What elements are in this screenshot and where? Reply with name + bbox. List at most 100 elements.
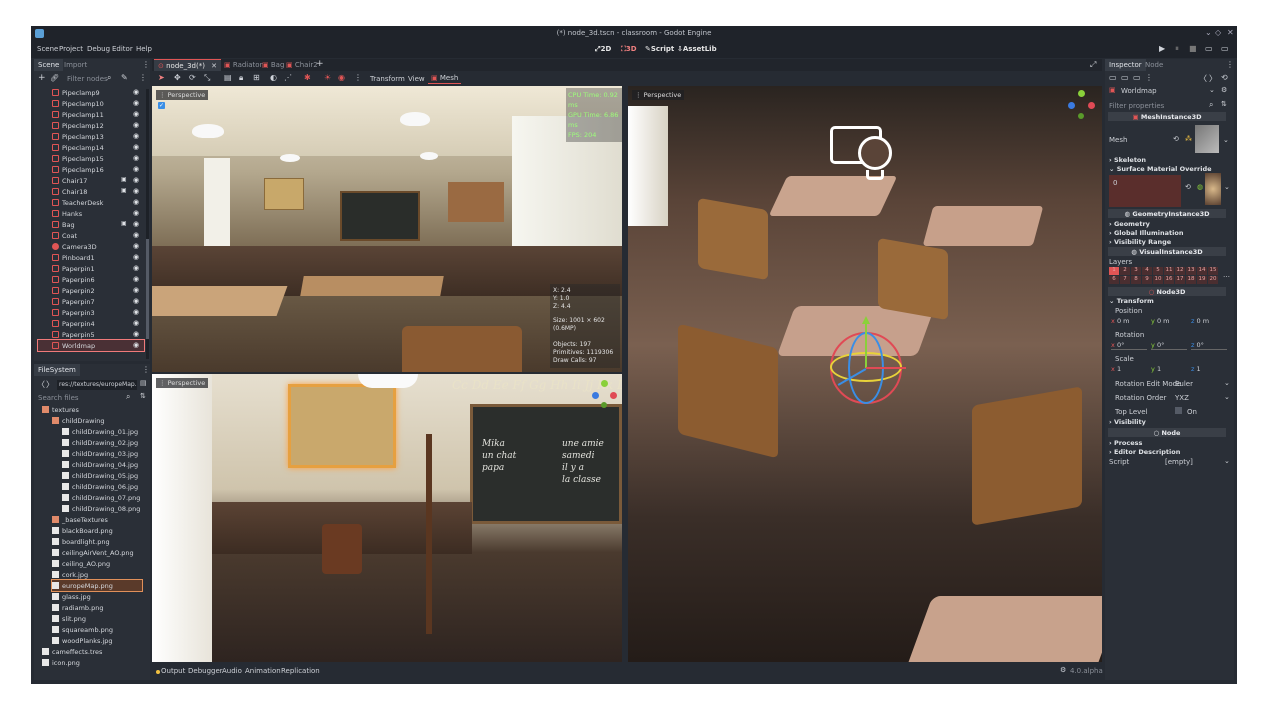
menu-debug[interactable]: Debug bbox=[87, 45, 110, 53]
bottom-tab-debugger[interactable]: Debugger bbox=[188, 667, 223, 675]
reset-icon[interactable]: ⟲ bbox=[1185, 183, 1191, 191]
mesh-resource-icon[interactable]: ⁂ bbox=[1185, 135, 1192, 143]
visibility-eye-icon[interactable]: ◉ bbox=[133, 209, 139, 217]
layer-cell[interactable]: 2 bbox=[1120, 267, 1130, 275]
file-item[interactable]: childDrawing_06.jpg bbox=[62, 481, 142, 492]
tab-node-3d[interactable]: ⊙ node_3d(*) ✕ bbox=[154, 59, 222, 71]
menu-help[interactable]: Help bbox=[136, 45, 152, 53]
visibility-eye-icon[interactable]: ◉ bbox=[133, 198, 139, 206]
chevron-down-icon[interactable]: ⌄ bbox=[1223, 136, 1229, 144]
viewport-top-left[interactable]: ⋮ Perspective ✓ CPU Time: 0.92 ms GPU Ti… bbox=[152, 86, 622, 372]
filter-properties-input[interactable]: Filter properties bbox=[1109, 102, 1164, 110]
layer-cell[interactable]: 15 bbox=[1208, 267, 1218, 275]
scene-tree-row[interactable]: Paperpin4 ◉ bbox=[38, 318, 144, 329]
scene-tree-row[interactable]: Paperpin2 ◉ bbox=[38, 285, 144, 296]
visibility-eye-icon[interactable]: ◉ bbox=[133, 242, 139, 250]
group-global-illumination[interactable]: › Global Illumination bbox=[1109, 229, 1183, 237]
layer-cell[interactable]: 13 bbox=[1186, 267, 1196, 275]
layer-cell[interactable]: 16 bbox=[1164, 276, 1174, 284]
viewport-right[interactable]: ⋮ Perspective bbox=[628, 86, 1102, 662]
scene-tree-row[interactable]: Pipeclamp14 ◉ bbox=[38, 142, 144, 153]
close-tab-icon[interactable]: ✕ bbox=[211, 62, 217, 70]
menu-editor[interactable]: Editor bbox=[112, 45, 133, 53]
visibility-eye-icon[interactable]: ◉ bbox=[133, 297, 139, 305]
history-icon[interactable]: ⟲ bbox=[1221, 73, 1228, 82]
group-surface-override[interactable]: ⌄ Surface Material Override bbox=[1109, 165, 1212, 173]
chevron-down-icon[interactable]: ⌄ bbox=[1224, 379, 1230, 387]
add-node-icon[interactable]: + bbox=[38, 73, 46, 83]
forward-icon[interactable]: 〉 bbox=[46, 379, 54, 390]
lock-icon[interactable]: 🔒︎ bbox=[239, 73, 243, 83]
rotation-edit-mode-select[interactable]: Euler bbox=[1175, 380, 1193, 388]
layer-cell[interactable]: 4 bbox=[1142, 267, 1152, 275]
open-resource-icon[interactable]: ▭ bbox=[1121, 73, 1129, 82]
distraction-free-icon[interactable]: ⤢ bbox=[1090, 60, 1096, 70]
instance-icon[interactable]: ▣ bbox=[121, 176, 127, 183]
history-back-icon[interactable]: 〈 bbox=[1199, 73, 1207, 84]
menu-dots-icon[interactable]: ⋮ bbox=[1226, 60, 1234, 69]
scene-tree-row[interactable]: Paperpin5 ◉ bbox=[38, 329, 144, 340]
rotation-z-field[interactable]: z 0° bbox=[1191, 341, 1227, 350]
add-tab-icon[interactable]: + bbox=[316, 59, 324, 69]
instance-icon[interactable]: ▣ bbox=[121, 187, 127, 194]
viewport-bottom-left[interactable]: Cc Dd Ee Ff Gg Hh Ii Jj Kk Ll Mm Mika un… bbox=[152, 374, 622, 662]
environment-icon[interactable]: ◉ bbox=[338, 73, 345, 82]
scene-tree-row[interactable]: Pipeclamp12 ◉ bbox=[38, 120, 144, 131]
chevron-down-icon[interactable]: ⌄ bbox=[1224, 183, 1230, 191]
visibility-eye-icon[interactable]: ◉ bbox=[133, 264, 139, 272]
path-field[interactable]: res://textures/europeMap... bbox=[57, 380, 137, 390]
gi-probe-gizmo[interactable] bbox=[830, 126, 900, 186]
file-item[interactable]: ceiling_AO.png bbox=[52, 558, 142, 569]
sort-icon[interactable]: ⇅ bbox=[1221, 100, 1227, 108]
file-item[interactable]: _baseTextures bbox=[52, 514, 142, 525]
visibility-eye-icon[interactable]: ◉ bbox=[133, 220, 139, 228]
top-level-checkbox[interactable] bbox=[1175, 407, 1182, 414]
file-item[interactable]: boardlight.png bbox=[52, 536, 142, 547]
scene-tree-row[interactable]: Pipeclamp16 ◉ bbox=[38, 164, 144, 175]
scene-tree-row[interactable]: Paperpin3 ◉ bbox=[38, 307, 144, 318]
layer-cell[interactable]: 3 bbox=[1131, 267, 1141, 275]
sun-icon[interactable]: ☀ bbox=[324, 73, 331, 82]
scrollbar[interactable] bbox=[146, 89, 149, 359]
axis-gizmo[interactable] bbox=[1066, 90, 1096, 120]
scene-tree-row[interactable]: Paperpin6 ◉ bbox=[38, 274, 144, 285]
scene-tree-row[interactable]: Paperpin7 ◉ bbox=[38, 296, 144, 307]
file-item[interactable]: textures bbox=[42, 404, 142, 415]
workspace-2d-button[interactable]: ⤢2D bbox=[595, 45, 611, 54]
rotate-tool-icon[interactable]: ⟳ bbox=[189, 73, 196, 82]
file-item[interactable]: childDrawing_04.jpg bbox=[62, 459, 142, 470]
scene-tree-row[interactable]: Camera3D ◉ bbox=[38, 241, 144, 252]
instance-icon[interactable]: ▣ bbox=[121, 220, 127, 227]
visibility-eye-icon[interactable]: ◉ bbox=[133, 253, 139, 261]
menu-project[interactable]: Project bbox=[59, 45, 83, 53]
filter-nodes-input[interactable]: Filter nodes bbox=[67, 75, 108, 83]
group-transform[interactable]: ⌄ Transform bbox=[1109, 297, 1154, 305]
visibility-eye-icon[interactable]: ◉ bbox=[133, 154, 139, 162]
visibility-eye-icon[interactable]: ◉ bbox=[133, 88, 139, 96]
scene-tree-row[interactable]: Pinboard1 ◉ bbox=[38, 252, 144, 263]
workspace-script-button[interactable]: ✎Script bbox=[645, 45, 674, 53]
group-icon[interactable]: ⊞ bbox=[253, 73, 260, 82]
position-y-field[interactable]: y 0 m bbox=[1151, 317, 1187, 326]
file-item[interactable]: blackBoard.png bbox=[52, 525, 142, 536]
bottom-tab-replication[interactable]: Replication bbox=[281, 667, 320, 675]
layer-cell[interactable]: 14 bbox=[1197, 267, 1207, 275]
visibility-eye-icon[interactable]: ◉ bbox=[133, 132, 139, 140]
visibility-eye-icon[interactable]: ◉ bbox=[133, 121, 139, 129]
file-item[interactable]: radiamb.png bbox=[52, 602, 142, 613]
maximize-button[interactable]: ◇ bbox=[1215, 28, 1221, 37]
tab-scene[interactable]: Scene bbox=[34, 59, 64, 71]
file-item[interactable]: woodPlanks.jpg bbox=[52, 635, 142, 646]
bottom-tab-animation[interactable]: Animation bbox=[245, 667, 281, 675]
visibility-eye-icon[interactable]: ◉ bbox=[133, 231, 139, 239]
scene-tree-row[interactable]: Pipeclamp11 ◉ bbox=[38, 109, 144, 120]
layer-cell[interactable]: 8 bbox=[1131, 276, 1141, 284]
group-process[interactable]: › Process bbox=[1109, 439, 1142, 447]
layer-cell[interactable]: 17 bbox=[1175, 276, 1185, 284]
move-tool-icon[interactable]: ✥ bbox=[174, 73, 181, 82]
link-icon[interactable]: 🔗︎ bbox=[50, 74, 59, 82]
scene-tree-row[interactable]: Coat ◉ bbox=[38, 230, 144, 241]
group-geometry[interactable]: › Geometry bbox=[1109, 220, 1150, 228]
scene-tree-row[interactable]: Pipeclamp15 ◉ bbox=[38, 153, 144, 164]
group-editor-description[interactable]: › Editor Description bbox=[1109, 448, 1180, 456]
